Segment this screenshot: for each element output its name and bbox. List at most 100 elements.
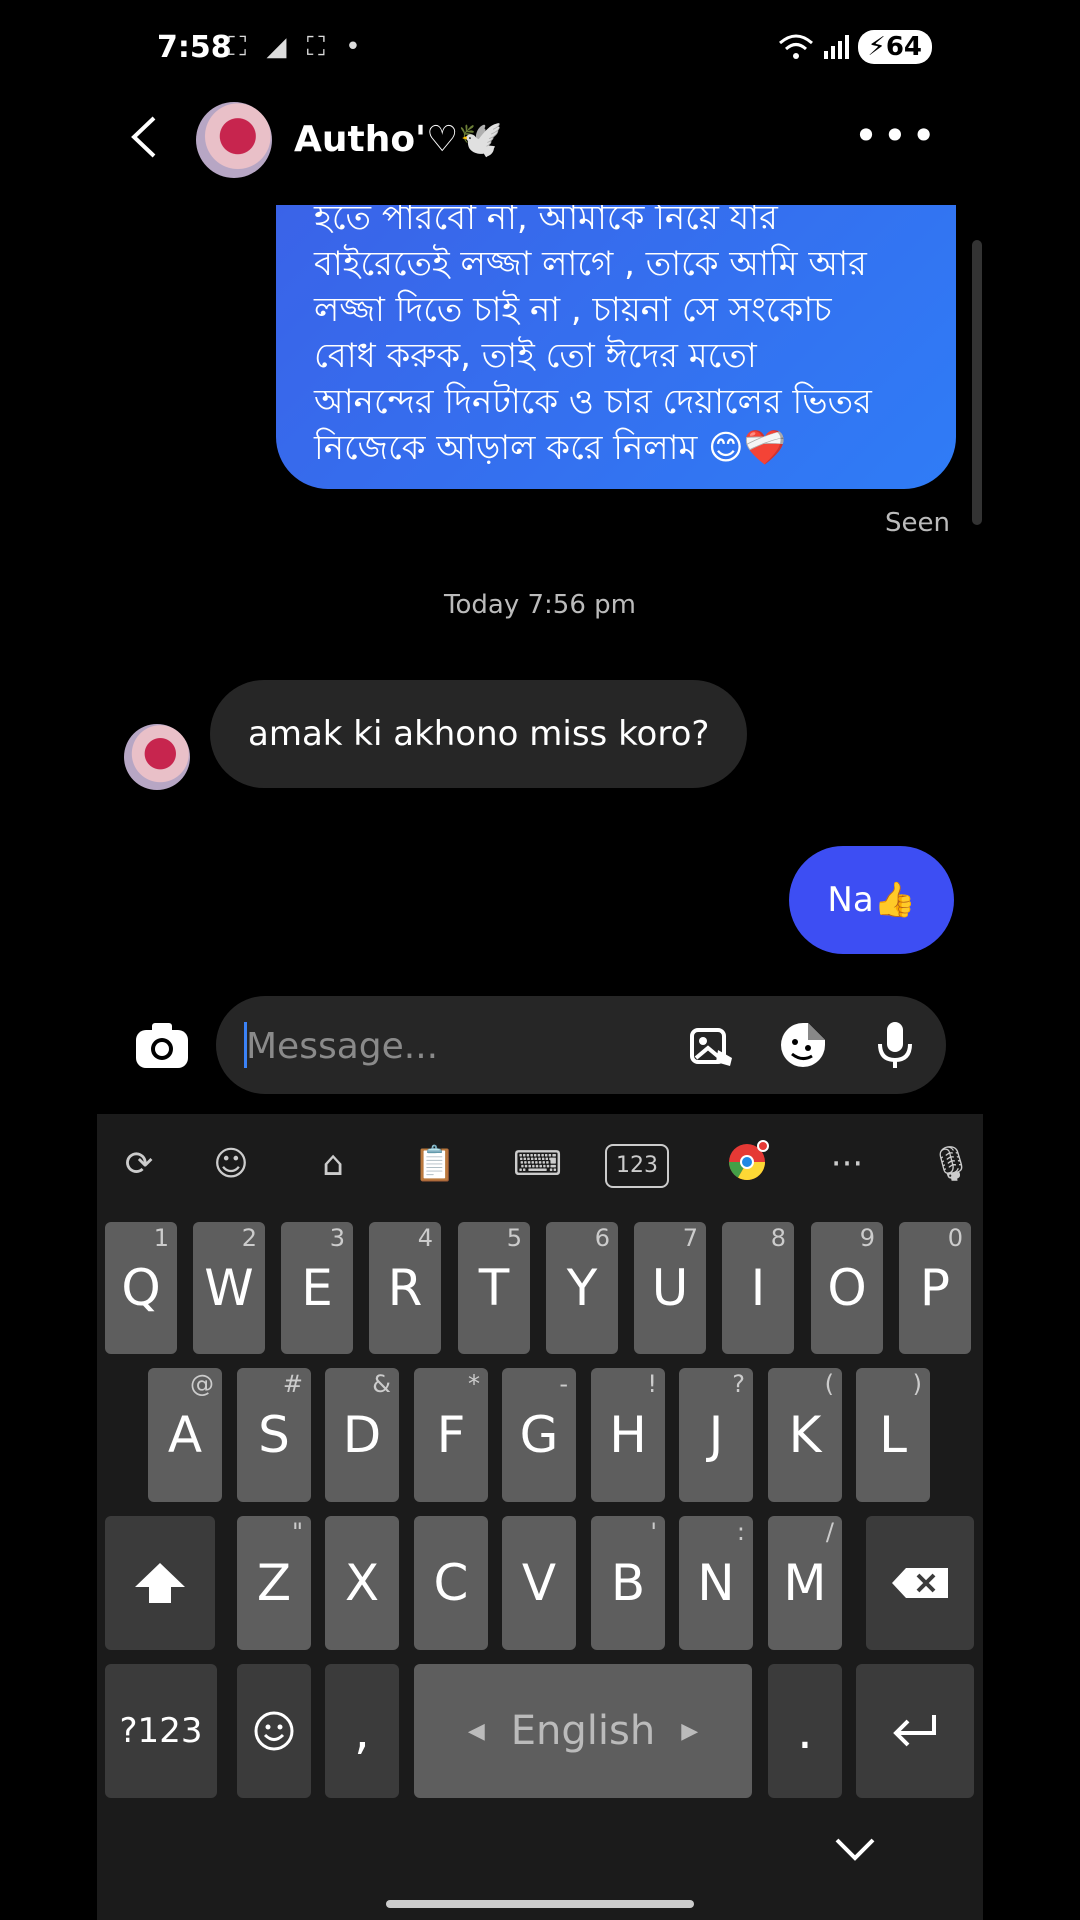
translate-icon[interactable]: ⟳ [115, 1140, 163, 1188]
key-label: Q [121, 1259, 161, 1317]
key-p[interactable]: 0P [899, 1222, 971, 1354]
key-label: X [344, 1554, 380, 1612]
emoji-icon [254, 1711, 294, 1751]
space-right-arrow-icon: ▶ [681, 1718, 699, 1744]
key-q[interactable]: 1Q [105, 1222, 177, 1354]
message-timestamp: Today 7:56 pm [444, 590, 636, 620]
sender-avatar[interactable] [124, 724, 190, 790]
key-hint: / [825, 1518, 834, 1546]
text-edit-icon[interactable]: ⌨ [513, 1140, 562, 1188]
key-label: J [708, 1406, 724, 1464]
key-e[interactable]: 3E [281, 1222, 353, 1354]
key-l[interactable]: ) L [856, 1368, 930, 1502]
key-hint: 9 [859, 1224, 875, 1252]
more-tools-icon[interactable]: ··· [823, 1140, 871, 1188]
key-hint: ! [647, 1370, 657, 1398]
key-a[interactable]: @ A [148, 1368, 222, 1502]
hide-keyboard-chevron-icon[interactable] [833, 1834, 877, 1864]
key-label: E [301, 1259, 333, 1317]
key-n[interactable]: :N [679, 1516, 753, 1650]
key-label: Z [256, 1554, 292, 1612]
key-label: D [342, 1406, 382, 1464]
backspace-key[interactable] [866, 1516, 974, 1650]
key-o[interactable]: 9O [811, 1222, 883, 1354]
key-v[interactable]: V [502, 1516, 576, 1650]
comma-key[interactable]: , [325, 1664, 399, 1798]
key-h[interactable]: ! H [591, 1368, 665, 1502]
key-c[interactable]: C [414, 1516, 488, 1650]
emoji-toolbar-icon[interactable]: ☺ [207, 1140, 255, 1188]
back-arrow-icon[interactable] [124, 112, 164, 162]
key-hint: 2 [241, 1224, 257, 1252]
text-caret [244, 1022, 247, 1068]
outgoing-message-bubble-short[interactable]: Na👍 [789, 846, 954, 954]
key-m[interactable]: / M [768, 1516, 842, 1650]
key-hint: 5 [506, 1224, 522, 1252]
key-label: A [167, 1406, 203, 1464]
key-hint: @ [190, 1370, 214, 1398]
store-icon[interactable]: ⌂ [309, 1140, 357, 1188]
contact-name[interactable]: Autho'♡🕊️ [294, 118, 503, 160]
message-line: আনন্দের দিনটাকে ও চার দেয়ালের ভিতর [314, 382, 872, 422]
message-input[interactable] [244, 996, 648, 1096]
keyboard: ⟳ ☺ ⌂ 📋 ⌨ 123 ··· 🎙 1Q 2W 3E 4R 5T 6Y 7U… [97, 1114, 983, 1804]
key-hint: ' [650, 1518, 657, 1546]
key-s[interactable]: # S [237, 1368, 311, 1502]
key-k[interactable]: (K [768, 1368, 842, 1502]
period-key[interactable]: . [768, 1664, 842, 1798]
key-j[interactable]: ? J [679, 1368, 753, 1502]
shift-key[interactable] [105, 1516, 215, 1650]
number-pad-icon[interactable]: 123 [605, 1144, 669, 1188]
key-label: S [258, 1406, 290, 1464]
key-hint: - [559, 1370, 568, 1398]
incoming-message-bubble[interactable]: amak ki akhono miss koro? [210, 680, 748, 788]
key-x[interactable]: X [325, 1516, 399, 1650]
key-g[interactable]: -G [502, 1368, 576, 1502]
sticker-icon[interactable] [778, 1020, 828, 1070]
wifi-icon [778, 34, 813, 59]
key-r[interactable]: 4R [369, 1222, 441, 1354]
key-label: U [651, 1259, 689, 1317]
chrome-app-icon[interactable] [723, 1140, 771, 1188]
key-hint: : [736, 1518, 745, 1546]
key-i[interactable]: 8I [722, 1222, 794, 1354]
scrollbar[interactable] [972, 240, 982, 525]
key-hint: 4 [417, 1224, 433, 1252]
camera-icon[interactable] [134, 1020, 190, 1070]
key-d[interactable]: & D [325, 1368, 399, 1502]
message-line: বাইরেতেই লজ্জা লাগে , তাকে আমি আর [314, 244, 867, 284]
message-line: হতে পারবো না, আমাকে নিয়ে যার [314, 205, 778, 238]
status-time: 7:58 [157, 30, 232, 65]
key-hint: 8 [770, 1224, 786, 1252]
key-t[interactable]: 5T [458, 1222, 530, 1354]
key-b[interactable]: ' B [591, 1516, 665, 1650]
gallery-icon[interactable] [686, 1020, 736, 1070]
voice-input-icon[interactable]: 🎙 [927, 1140, 975, 1188]
outgoing-message-bubble[interactable]: হতে পারবো না, আমাকে নিয়ে যার বাইরেতেই ল… [276, 205, 956, 489]
enter-key[interactable] [856, 1664, 974, 1798]
contact-avatar[interactable] [196, 102, 272, 178]
key-y[interactable]: 6Y [546, 1222, 618, 1354]
key-hint: 0 [947, 1224, 963, 1252]
more-options-icon[interactable]: ••• [854, 115, 940, 157]
key-hint: 7 [682, 1224, 698, 1252]
emoji-key[interactable] [237, 1664, 311, 1798]
key-z[interactable]: " Z [237, 1516, 311, 1650]
key-label: R [387, 1259, 423, 1317]
message-composer[interactable] [216, 996, 946, 1096]
symbols-key[interactable]: ?123 [105, 1664, 217, 1798]
message-line: লজ্জা দিতে চাই না , চায়না সে সংকোচ [314, 290, 832, 330]
key-label: V [521, 1554, 557, 1612]
key-hint: # [282, 1370, 303, 1398]
key-hint: ) [912, 1370, 922, 1398]
key-f[interactable]: * F [414, 1368, 488, 1502]
key-label: C [433, 1554, 469, 1612]
key-u[interactable]: 7U [634, 1222, 706, 1354]
clipboard-icon[interactable]: 📋 [411, 1140, 459, 1188]
key-w[interactable]: 2W [193, 1222, 265, 1354]
space-key[interactable]: ◀ English ▶ [414, 1664, 752, 1798]
key-label: H [609, 1406, 647, 1464]
gesture-navigation-bar[interactable] [386, 1900, 694, 1908]
key-label: P [919, 1259, 951, 1317]
microphone-icon[interactable] [870, 1020, 920, 1070]
